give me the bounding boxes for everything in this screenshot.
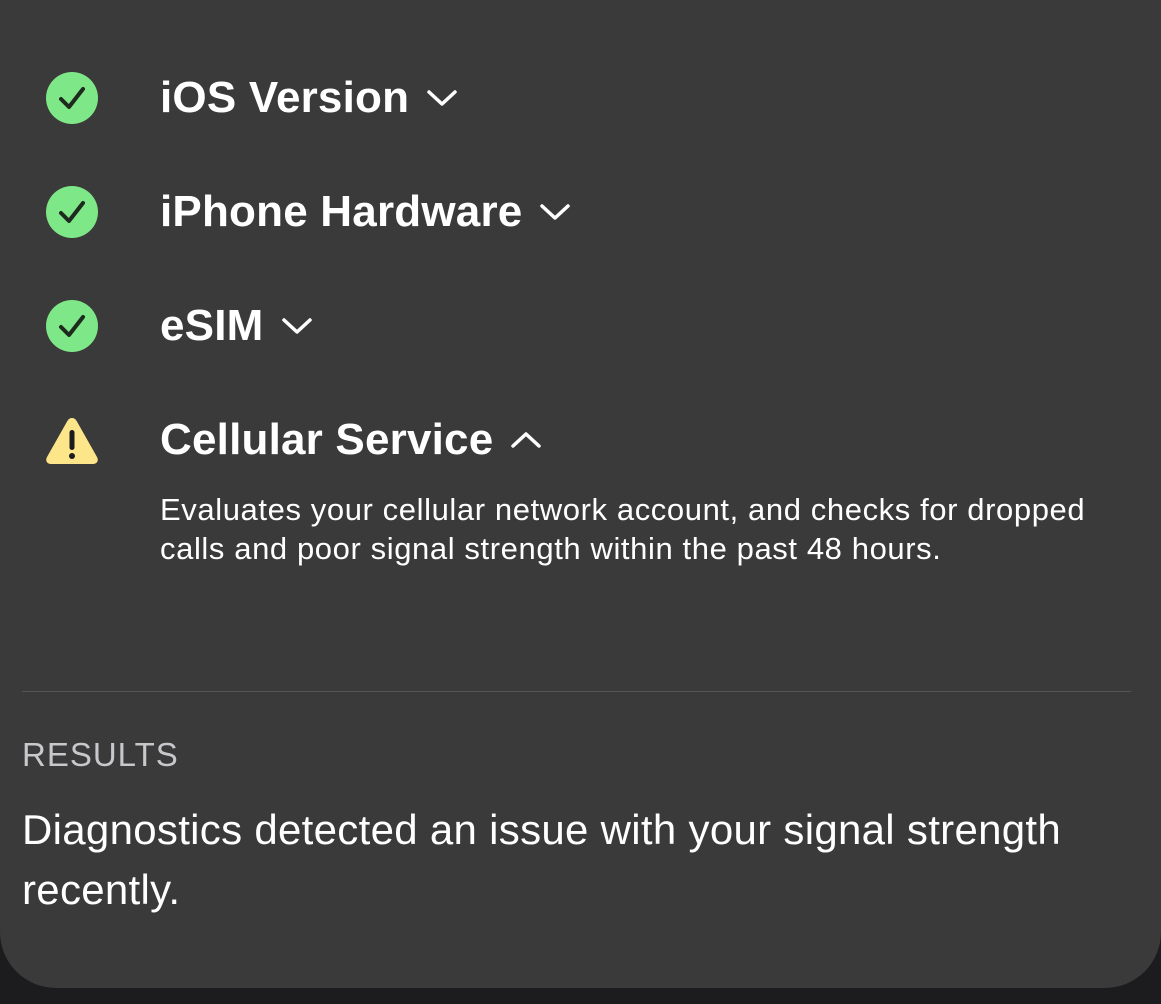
check-label: Cellular Service	[160, 415, 494, 464]
checkmark-circle-icon	[44, 70, 100, 126]
check-row-esim: eSIM	[0, 298, 1161, 378]
divider	[22, 691, 1131, 692]
check-row-iphone-hardware: iPhone Hardware	[0, 184, 1161, 264]
check-toggle-cellular-service[interactable]: Cellular Service	[160, 412, 543, 468]
check-description: Evaluates your cellular network account,…	[160, 492, 1086, 566]
check-label: iOS Version	[160, 73, 410, 122]
warning-triangle-icon	[44, 412, 100, 468]
chevron-up-icon	[509, 429, 543, 451]
check-toggle-iphone-hardware[interactable]: iPhone Hardware	[160, 184, 572, 240]
chevron-down-icon	[280, 315, 314, 337]
check-label: iPhone Hardware	[160, 187, 523, 236]
results-text: Diagnostics detected an issue with your …	[22, 806, 1062, 913]
check-row-ios-version: iOS Version	[0, 70, 1161, 150]
checkmark-circle-icon	[44, 184, 100, 240]
checkmark-circle-icon	[44, 298, 100, 354]
check-row-cellular-service: Cellular Service	[0, 412, 1161, 492]
check-toggle-esim[interactable]: eSIM	[160, 298, 314, 354]
chevron-down-icon	[425, 87, 459, 109]
check-toggle-ios-version[interactable]: iOS Version	[160, 70, 459, 126]
chevron-down-icon	[538, 201, 572, 223]
results-heading: RESULTS	[22, 736, 179, 773]
check-label: eSIM	[160, 301, 264, 350]
diagnostics-sheet: iOS Version iPhone Hardware eSIM Cellula…	[0, 0, 1161, 988]
